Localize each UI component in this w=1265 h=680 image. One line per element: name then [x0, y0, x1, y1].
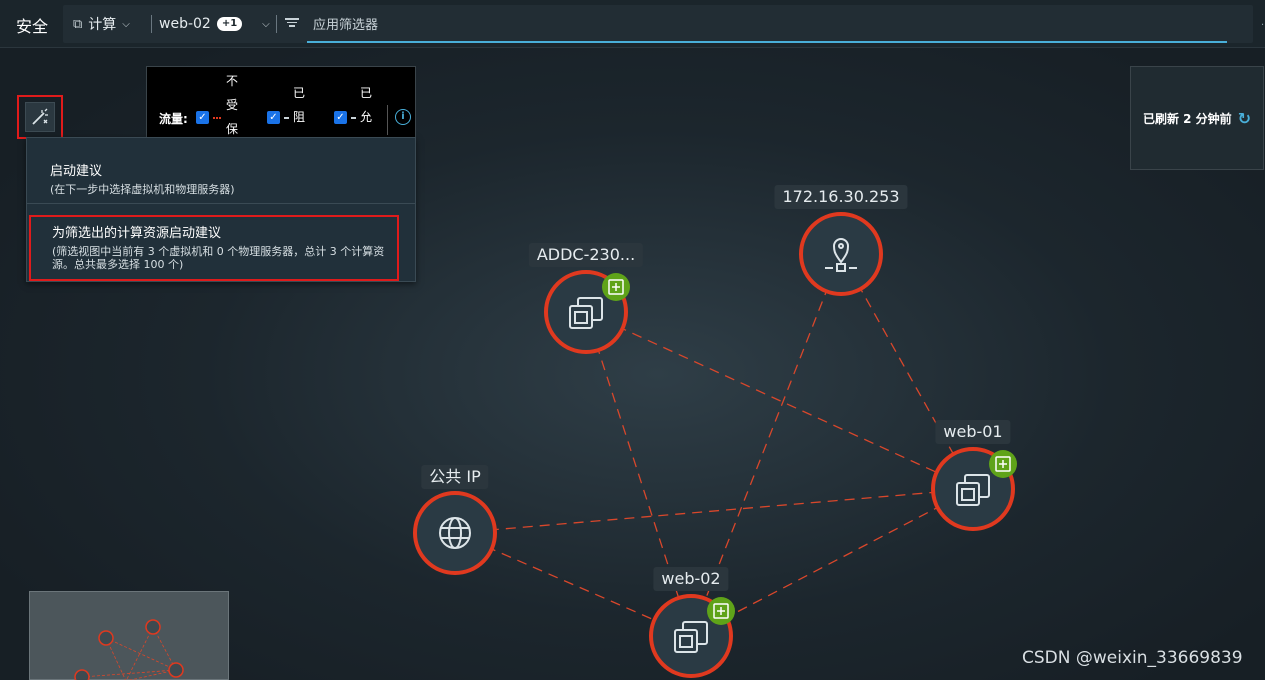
menu-item-start-recommendation[interactable]: 启动建议 (在下一步中选择虚拟机和物理服务器) [27, 138, 415, 204]
menu-item-title: 为筛选出的计算资源启动建议 [52, 226, 222, 241]
recommendation-button-highlight [17, 95, 63, 139]
edge-publicip-web01[interactable] [454, 488, 974, 534]
node-web-02[interactable] [649, 594, 735, 678]
node-label-172-16-30-253: 172.16.30.253 [774, 185, 908, 209]
edge-addc-web01[interactable] [585, 311, 974, 490]
add-badge[interactable] [989, 450, 1017, 478]
page-title: 安全 [16, 17, 49, 36]
flow-legend: 流量: ✓ 不 受 保 ✓ 已 阻 ✓ 已 允 i [146, 66, 416, 138]
menu-item-start-recommendation-filtered[interactable]: 为筛选出的计算资源启动建议 (筛选视图中当前有 3 个虚拟机和 0 个物理服务器… [29, 215, 399, 281]
menu-item-title: 启动建议 [50, 164, 103, 179]
menu-item-desc: (在下一步中选择虚拟机和物理服务器) [50, 183, 235, 196]
minimap[interactable] [29, 591, 229, 680]
node-172-16-30-253[interactable] [799, 212, 883, 296]
vm-selector-dropdown[interactable]: web-02 +1 ⌵ [159, 5, 270, 43]
node-web-01[interactable] [931, 447, 1017, 531]
unprotected-label: 不 受 保 [225, 74, 238, 136]
allowed-flow-checkbox[interactable]: ✓ [334, 111, 347, 124]
node-label-addc: ADDC-230... [528, 243, 644, 267]
divider [151, 15, 152, 33]
node-public-ip[interactable] [413, 491, 497, 575]
refresh-icon[interactable]: ↻ [1238, 109, 1251, 128]
node-label-public-ip: 公共 IP [421, 465, 489, 489]
compute-filter-dropdown[interactable]: ⧉ 计算 ⌵ [73, 5, 130, 43]
recommendation-button[interactable] [25, 102, 55, 132]
allowed-dash-swatch [351, 117, 356, 119]
divider [387, 105, 388, 135]
recommendation-menu: 启动建议 (在下一步中选择虚拟机和物理服务器) 为筛选出的计算资源启动建议 (筛… [26, 137, 416, 282]
flow-label: 流量: [159, 112, 188, 126]
refresh-label: 已刷新 2 分钟前 [1142, 111, 1232, 126]
top-bar: 安全 ⧉ 计算 ⌵ web-02 +1 ⌵ ⋰ [0, 0, 1265, 48]
refresh-status: 已刷新 2 分钟前 ↻ [1130, 66, 1264, 170]
add-badge[interactable] [602, 273, 630, 301]
watermark: CSDN @weixin_33669839 [1022, 648, 1243, 668]
minimap-graph [74, 619, 184, 680]
app-filter-input[interactable] [307, 9, 1227, 43]
blocked-dash-swatch [284, 117, 289, 119]
copy-icon: ⧉ [73, 16, 83, 32]
unprotected-dash-swatch [213, 117, 221, 119]
unprotected-flow-checkbox[interactable]: ✓ [196, 111, 209, 124]
node-label-web-02: web-02 [653, 567, 729, 591]
filter-lines-icon [285, 16, 299, 30]
magic-wand-icon [32, 108, 48, 125]
blocked-label: 已 阻 [292, 86, 305, 124]
compute-filter-label: 计算 [88, 17, 117, 33]
chevron-down-icon: ⌵ [122, 18, 130, 30]
info-icon[interactable]: i [395, 109, 411, 125]
overflow-icon[interactable]: ⋰ [1261, 16, 1265, 30]
allowed-label: 已 允 [359, 86, 372, 124]
extra-count-badge: +1 [216, 17, 243, 31]
blocked-flow-checkbox[interactable]: ✓ [267, 111, 280, 124]
menu-item-desc: (筛选视图中当前有 3 个虚拟机和 0 个物理服务器，总计 3 个计算资源。总共… [52, 245, 385, 271]
filter-bar: ⧉ 计算 ⌵ web-02 +1 ⌵ [63, 5, 1253, 43]
node-addc[interactable] [544, 270, 630, 354]
chevron-down-icon: ⌵ [262, 18, 270, 30]
selected-vm-label: web-02 [159, 16, 211, 32]
add-badge[interactable] [707, 597, 735, 625]
node-label-web-01: web-01 [935, 420, 1011, 444]
divider [276, 15, 277, 33]
